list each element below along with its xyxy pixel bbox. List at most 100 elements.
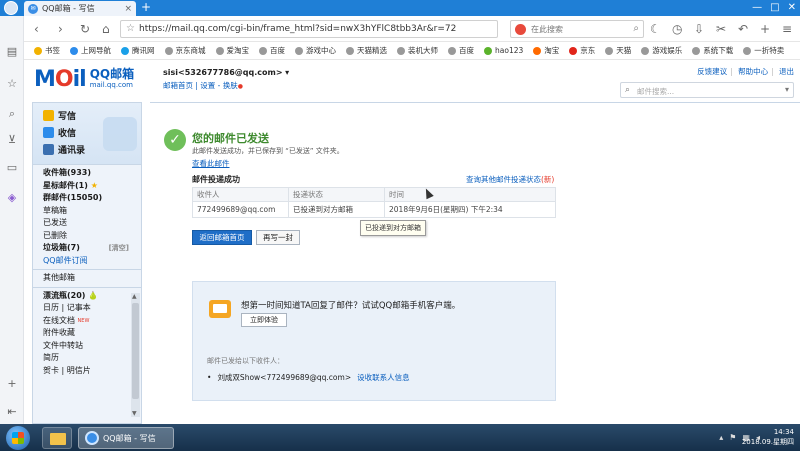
view-mail-link[interactable]: 查看此邮件 [192, 158, 230, 169]
recipients-label: 邮件已发给以下收件人： [207, 357, 284, 365]
query-status-link[interactable]: 查询其他邮件投递状态(新) [466, 174, 554, 185]
folder-item[interactable]: 其他邮箱 [33, 272, 141, 285]
account-name[interactable]: sisi<532677786@qq.com> [163, 68, 283, 77]
start-button[interactable] [6, 426, 30, 450]
bookmark-item[interactable]: 一折特卖 [743, 45, 784, 56]
promo-panel: 想第一时间知道TA回复了邮件？试试QQ邮箱手机客户端。 立即体验 邮件已发给以下… [192, 281, 556, 401]
taskbar-explorer[interactable] [42, 427, 72, 449]
bookmark-item[interactable]: 书签 [34, 45, 60, 56]
logout-link[interactable]: 退出 [779, 67, 794, 76]
close-window-button[interactable]: ✕ [788, 0, 796, 15]
new-tab-button[interactable]: + [141, 0, 151, 15]
bookmark-item[interactable]: 京东商城 [164, 45, 206, 56]
flag-icon[interactable]: ⚑ [729, 433, 736, 442]
add-icon[interactable]: + [760, 22, 770, 36]
folder-item[interactable]: 已删除 [33, 230, 141, 243]
scroll-up-icon[interactable]: ▲ [132, 293, 137, 300]
folder-item[interactable]: 文件中转站 [33, 340, 141, 353]
minimize-button[interactable]: — [752, 0, 762, 15]
folder-item[interactable]: 群邮件(15050) [33, 192, 141, 205]
write-again-button[interactable]: 再写一封 [256, 230, 300, 245]
bookmark-item[interactable]: hao123 [484, 46, 523, 55]
status-cell[interactable]: 已投递到对方邮箱 [288, 201, 385, 218]
browser-tab[interactable]: ✉ QQ邮箱 - 写信 × [24, 1, 136, 16]
qq-mail-logo[interactable]: MOil QQ邮箱 mail.qq.com [34, 68, 134, 92]
bookmark-item[interactable]: 淘宝 [533, 45, 559, 56]
bookmark-label: 系统下载 [703, 46, 734, 55]
mail-search-input[interactable]: ⌕ 邮件搜索... ▾ [620, 82, 794, 98]
recipient-cell: 772499689@qq.com [192, 201, 289, 218]
scissors-icon[interactable]: ✂ [716, 22, 726, 36]
scroll-down-icon[interactable]: ▼ [132, 410, 137, 417]
taskbar: QQ邮箱 - 写信 ▴ ⚑ ▦ ◂ 14:34 2018.09.星期四 [0, 424, 800, 451]
star-icon[interactable]: ☆ [126, 23, 135, 34]
purple-app-icon[interactable]: ◈ [6, 192, 18, 204]
taskbar-browser[interactable]: QQ邮箱 - 写信 [78, 427, 174, 449]
folder-item[interactable]: 在线文档 NEW [33, 315, 141, 328]
back-icon[interactable]: ‹ [34, 22, 39, 36]
close-tab-icon[interactable]: × [124, 4, 136, 14]
search-engine-icon[interactable] [515, 24, 526, 35]
folder-item[interactable]: 已发送 [33, 217, 141, 230]
folder-item[interactable]: 星标邮件(1) ★ [33, 180, 141, 193]
collections-icon[interactable]: ▤ [6, 46, 18, 58]
promo-title: 想第一时间知道TA回复了邮件？试试QQ邮箱手机客户端。 [241, 301, 461, 311]
cart-icon[interactable]: ⊻ [6, 134, 18, 146]
collapse-sidebar-icon[interactable]: ⇤ [6, 406, 18, 418]
add-icon[interactable]: + [6, 378, 18, 390]
bookmark-item[interactable]: 百度 [448, 45, 474, 56]
bookmark-item[interactable]: 京东 [569, 45, 595, 56]
chevron-down-icon[interactable]: ▾ [785, 85, 789, 94]
tooltip: 已投递到对方邮箱 [360, 220, 426, 236]
user-avatar[interactable] [4, 1, 18, 15]
scrollbar-thumb[interactable] [132, 303, 139, 399]
bookmark-item[interactable]: 系统下载 [692, 45, 733, 56]
folder-item[interactable]: QQ邮件订阅 [33, 255, 141, 268]
game-icon[interactable]: ▭ [6, 162, 18, 174]
set-contact-link[interactable]: 设收联系人信息 [357, 373, 410, 382]
folder-item[interactable]: 附件收藏 [33, 327, 141, 340]
night-mode-icon[interactable]: ☾ [650, 22, 661, 36]
folder-item[interactable]: 日历 | 记事本 [33, 302, 141, 315]
account-links[interactable]: 邮箱首页 | 设置 - 换肤 [163, 81, 238, 90]
logo-letters: MOil [34, 67, 87, 92]
home-icon[interactable]: ⌂ [102, 22, 110, 36]
browser-search-field[interactable]: 在此搜索 ⌕ [510, 20, 644, 38]
folder-item[interactable]: 收件箱(933) [33, 167, 141, 180]
bookmark-item[interactable]: 天猫 [605, 45, 631, 56]
bookmark-item[interactable]: 爱淘宝 [215, 45, 249, 56]
empty-trash-link[interactable]: [清空] [109, 242, 129, 255]
folder-item[interactable]: 贺卡 | 明信片 [33, 365, 141, 378]
bookmark-label: hao123 [495, 46, 524, 55]
bookmark-item[interactable]: 腾讯网 [121, 45, 155, 56]
refresh-icon[interactable]: ↻ [80, 22, 90, 36]
undo-icon[interactable]: ↶ [738, 22, 748, 36]
download-icon[interactable]: ⇩ [694, 22, 704, 36]
folder-item[interactable]: 垃圾箱(7) [清空] [33, 242, 141, 255]
bookmark-item[interactable]: 百度 [259, 45, 285, 56]
bookmark-item[interactable]: 装机大师 [397, 45, 438, 56]
forward-icon[interactable]: › [58, 22, 63, 36]
url-field[interactable]: ☆ https://mail.qq.com/cgi-bin/frame_html… [120, 20, 498, 38]
folder-item[interactable]: 简历 [33, 352, 141, 365]
maximize-button[interactable]: □ [770, 0, 779, 15]
help-link[interactable]: 帮助中心 [738, 67, 768, 76]
speed-icon[interactable]: ◷ [672, 22, 682, 36]
search-icon[interactable]: ⌕ [6, 108, 18, 120]
favorites-star-icon[interactable]: ☆ [6, 78, 18, 90]
folder-item[interactable]: 草稿箱 [33, 205, 141, 218]
bookmark-item[interactable]: 游戏中心 [295, 45, 336, 56]
feedback-link[interactable]: 反馈建议 [697, 67, 727, 76]
bookmark-item[interactable]: 天猫精选 [346, 45, 387, 56]
bookmark-item[interactable]: 上网导航 [70, 45, 111, 56]
clock[interactable]: 14:34 2018.09.星期四 [742, 427, 794, 447]
sidebar-scrollbar[interactable]: ▲ ▼ [131, 293, 140, 417]
menu-icon[interactable]: ≡ [782, 22, 792, 36]
try-now-button[interactable]: 立即体验 [241, 313, 287, 327]
chevron-up-icon[interactable]: ▴ [719, 433, 723, 442]
back-to-inbox-button[interactable]: 返回邮箱首页 [192, 230, 252, 245]
folder-item[interactable]: 漂流瓶(20) 🍐 [33, 290, 141, 303]
bookmark-item[interactable]: 游戏娱乐 [641, 45, 682, 56]
checkmark-icon: ✓ [164, 129, 186, 151]
search-icon[interactable]: ⌕ [633, 23, 639, 34]
